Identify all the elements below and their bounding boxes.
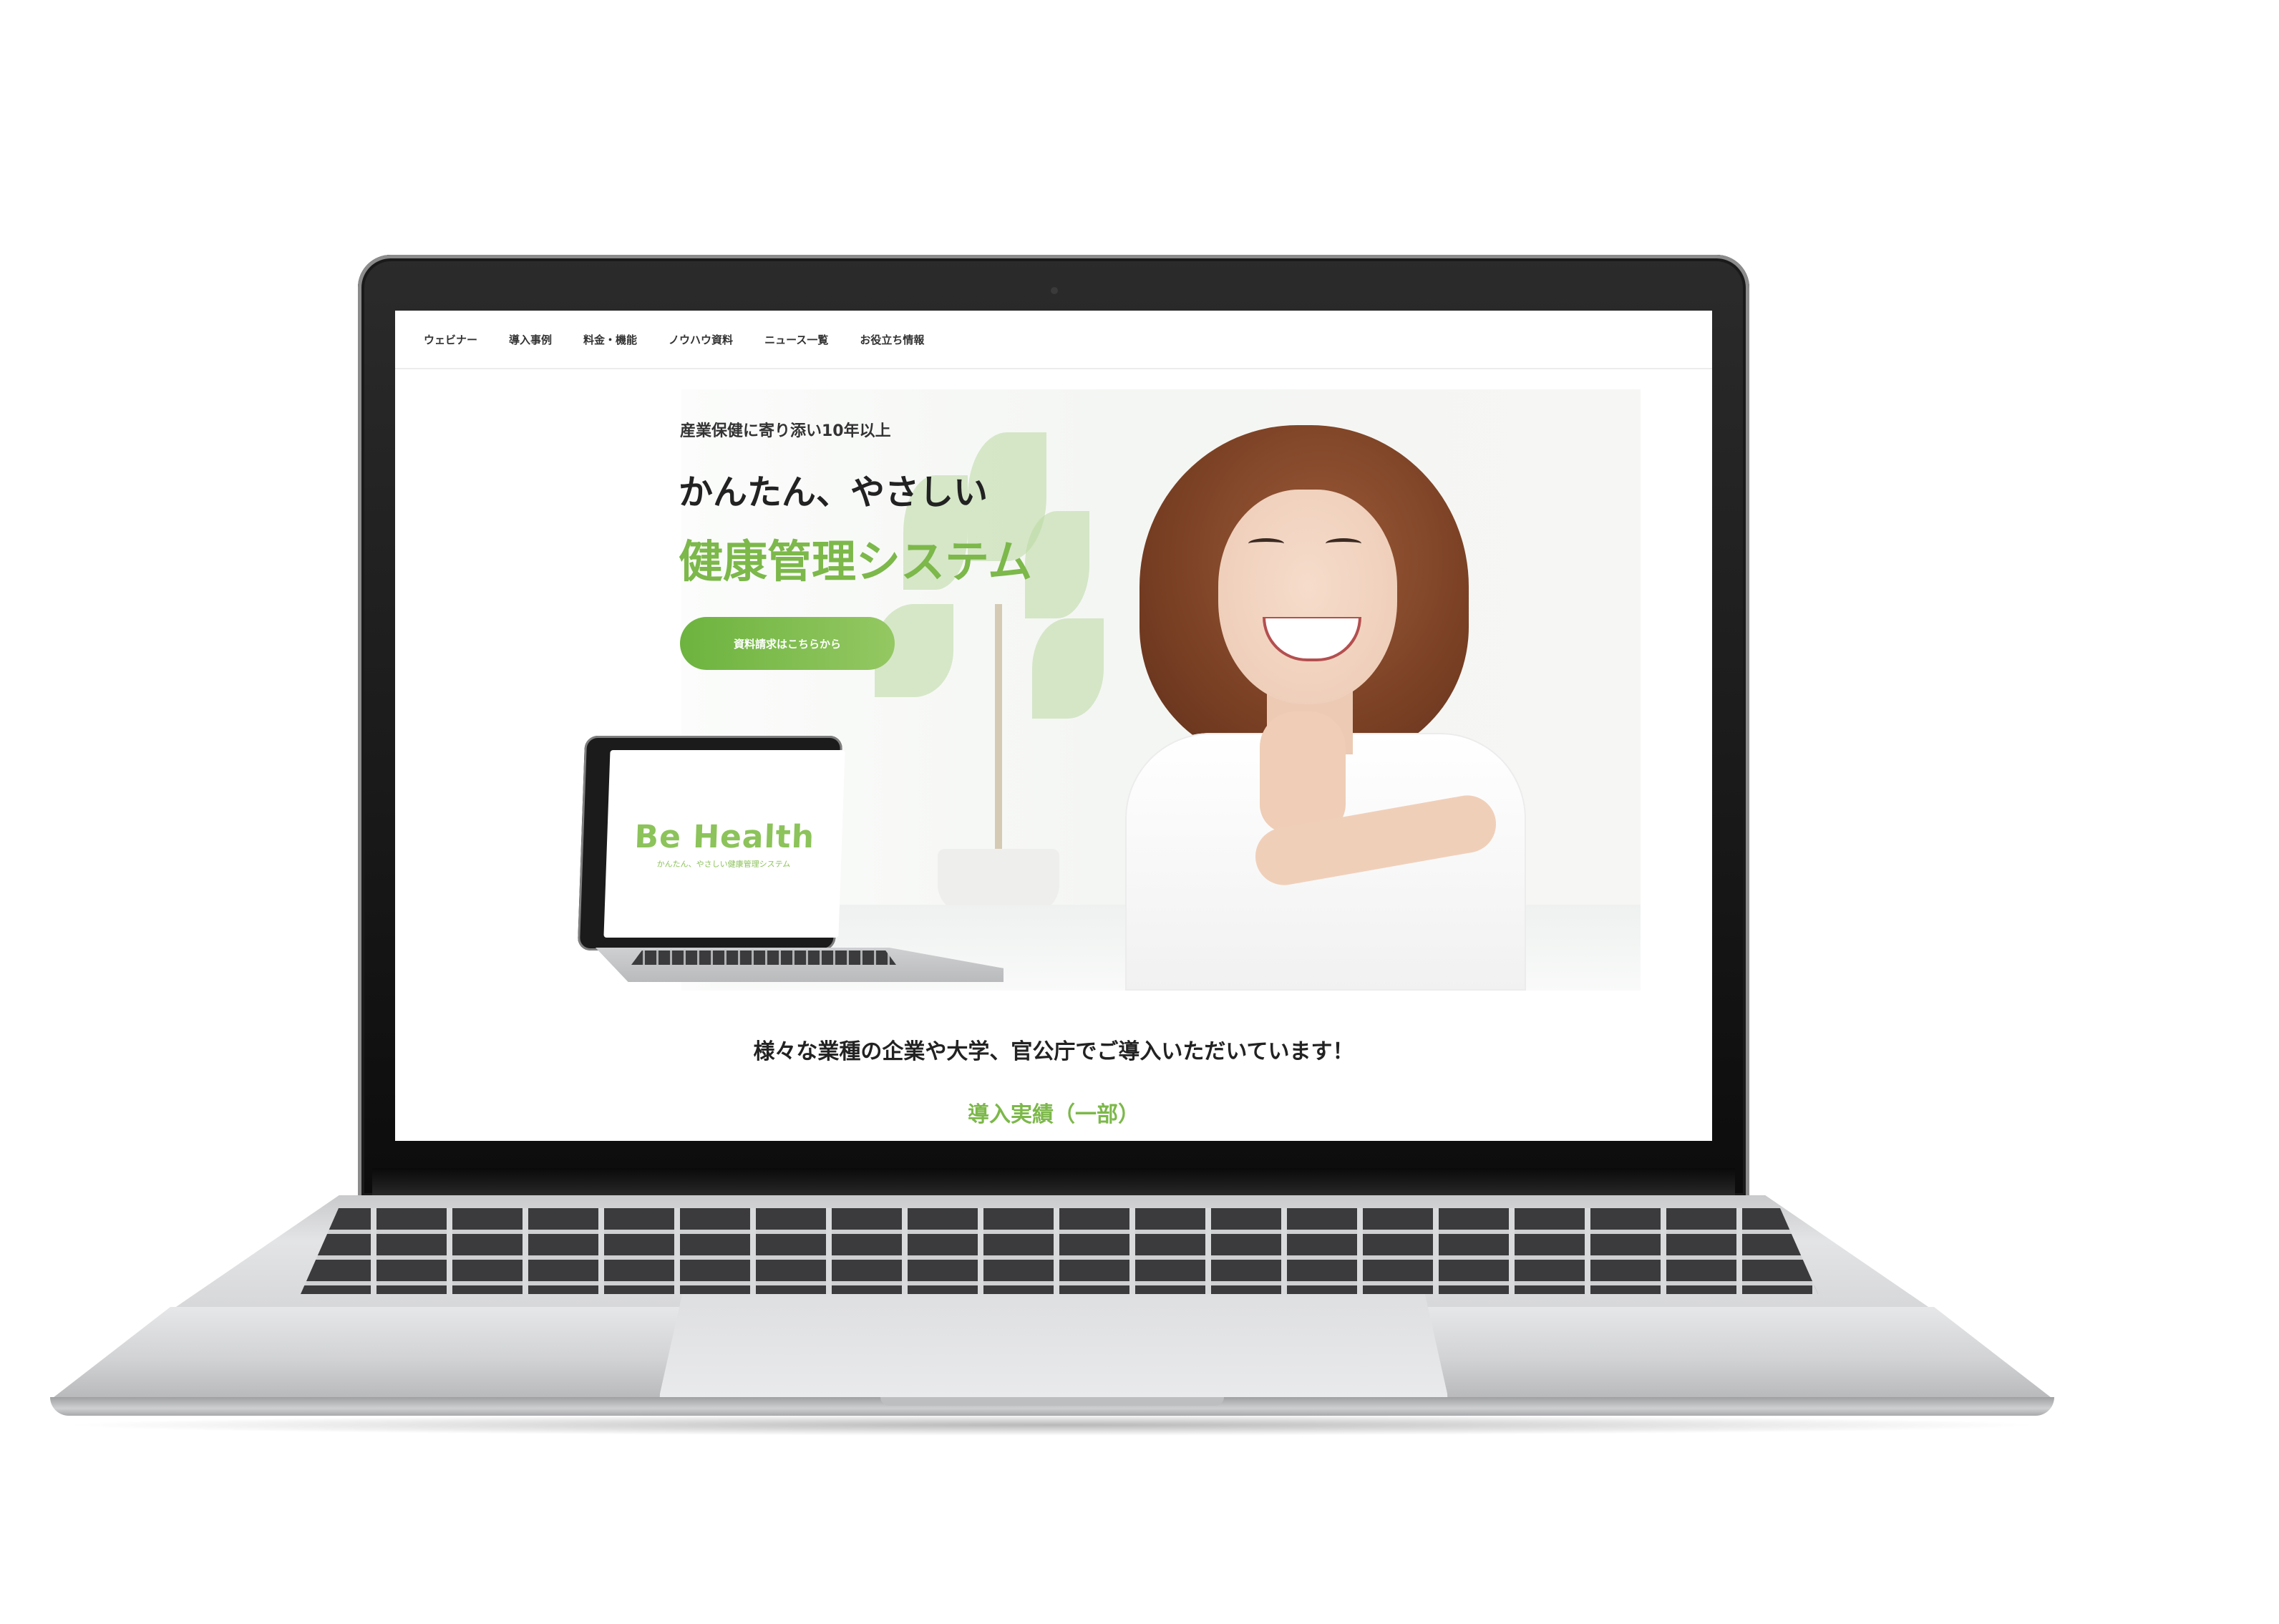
hero-section: Be Health かんたん、やさしい健康管理システム 産業保健に寄り添い10年…: [567, 389, 1641, 991]
laptop-shadow: [57, 1414, 2047, 1436]
nav-item-pricing-features[interactable]: 料金・機能: [583, 332, 637, 347]
laptop-opening-notch: [880, 1397, 1224, 1406]
laptop-keyboard: [301, 1208, 1818, 1294]
be-health-logo: Be Health: [633, 818, 815, 855]
nav-item-news[interactable]: ニュース一覧: [764, 332, 828, 347]
nav-item-knowhow[interactable]: ノウハウ資料: [669, 332, 733, 347]
hero-eyebrow: 産業保健に寄り添い10年以上: [680, 422, 891, 440]
plant-leaf: [1032, 618, 1104, 719]
product-laptop-keyboard: [631, 950, 896, 965]
browser-viewport: ウェビナー 導入事例 料金・機能 ノウハウ資料 ニュース一覧 お役立ち情報 Be…: [395, 311, 1712, 1141]
face: [1218, 490, 1397, 704]
request-materials-button[interactable]: 資料請求はこちらから: [680, 617, 895, 670]
hand: [1260, 711, 1346, 833]
product-laptop-lid: Be Health かんたん、やさしい健康管理システム: [577, 736, 845, 950]
hero-headline: かんたん、やさしい: [679, 472, 988, 512]
nav-item-webinar[interactable]: ウェビナー: [424, 332, 477, 347]
clients-section-title: 様々な業種の企業や大学、官公庁でご導入いただいています！: [753, 1039, 1354, 1064]
laptop-trackpad: [659, 1294, 1449, 1400]
camera-icon: [1051, 287, 1058, 294]
eye: [1326, 538, 1361, 549]
hero-headline-accent: 健康管理システム: [679, 535, 1033, 588]
product-laptop-screen: Be Health かんたん、やさしい健康管理システム: [603, 750, 845, 938]
product-laptop-image: Be Health かんたん、やさしい健康管理システム: [567, 736, 1011, 991]
nav-item-case-studies[interactable]: 導入事例: [509, 332, 552, 347]
top-navigation: ウェビナー 導入事例 料金・機能 ノウハウ資料 ニュース一覧 お役立ち情報: [395, 311, 1712, 369]
clients-section-subtitle: 導入実績（一部）: [968, 1102, 1140, 1127]
plant-leaf: [1025, 511, 1089, 618]
logo-tagline: かんたん、やさしい健康管理システム: [656, 859, 791, 869]
hero-photo-woman: [1111, 425, 1583, 991]
laptop-hinge: [372, 1168, 1735, 1200]
nav-item-useful-info[interactable]: お役立ち情報: [860, 332, 924, 347]
eye: [1248, 538, 1284, 549]
